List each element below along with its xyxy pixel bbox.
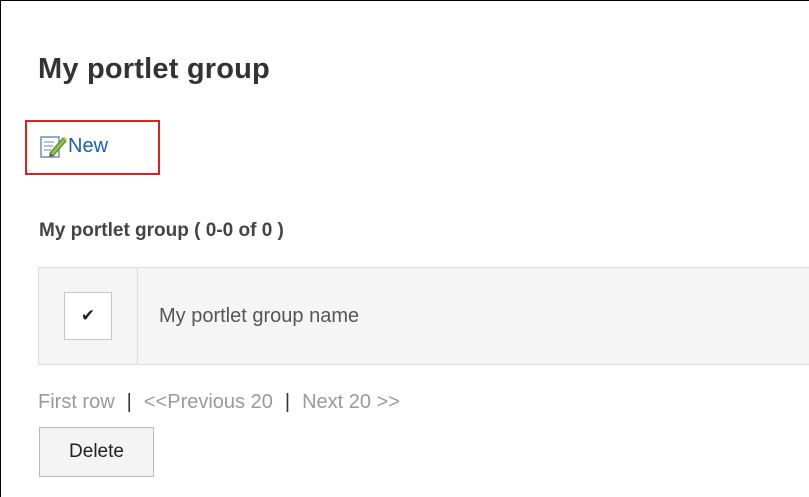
select-all-checkbox[interactable]: ✔ bbox=[64, 292, 112, 340]
next-page-link[interactable]: Next 20 >> bbox=[302, 391, 400, 414]
section-title: My portlet group ( 0-0 of 0 ) bbox=[39, 220, 284, 241]
page-frame: My portlet group New My portlet group ( … bbox=[0, 0, 809, 497]
pager-separator: | bbox=[284, 391, 291, 413]
checkbox-cell: ✔ bbox=[39, 268, 138, 364]
previous-page-link[interactable]: <<Previous 20 bbox=[144, 391, 273, 414]
edit-note-icon bbox=[39, 133, 67, 159]
check-icon: ✔ bbox=[80, 306, 96, 325]
first-row-link[interactable]: First row bbox=[38, 391, 115, 414]
pagination: First row | <<Previous 20 | Next 20 >> bbox=[38, 391, 400, 414]
new-link-label: New bbox=[68, 134, 109, 157]
page-title: My portlet group bbox=[38, 53, 270, 85]
delete-button[interactable]: Delete bbox=[39, 427, 154, 477]
pager-separator: | bbox=[126, 391, 132, 413]
new-link[interactable]: New bbox=[39, 133, 108, 159]
column-header-name: My portlet group name bbox=[159, 304, 360, 327]
list-table: ✔ My portlet group name bbox=[38, 267, 809, 365]
